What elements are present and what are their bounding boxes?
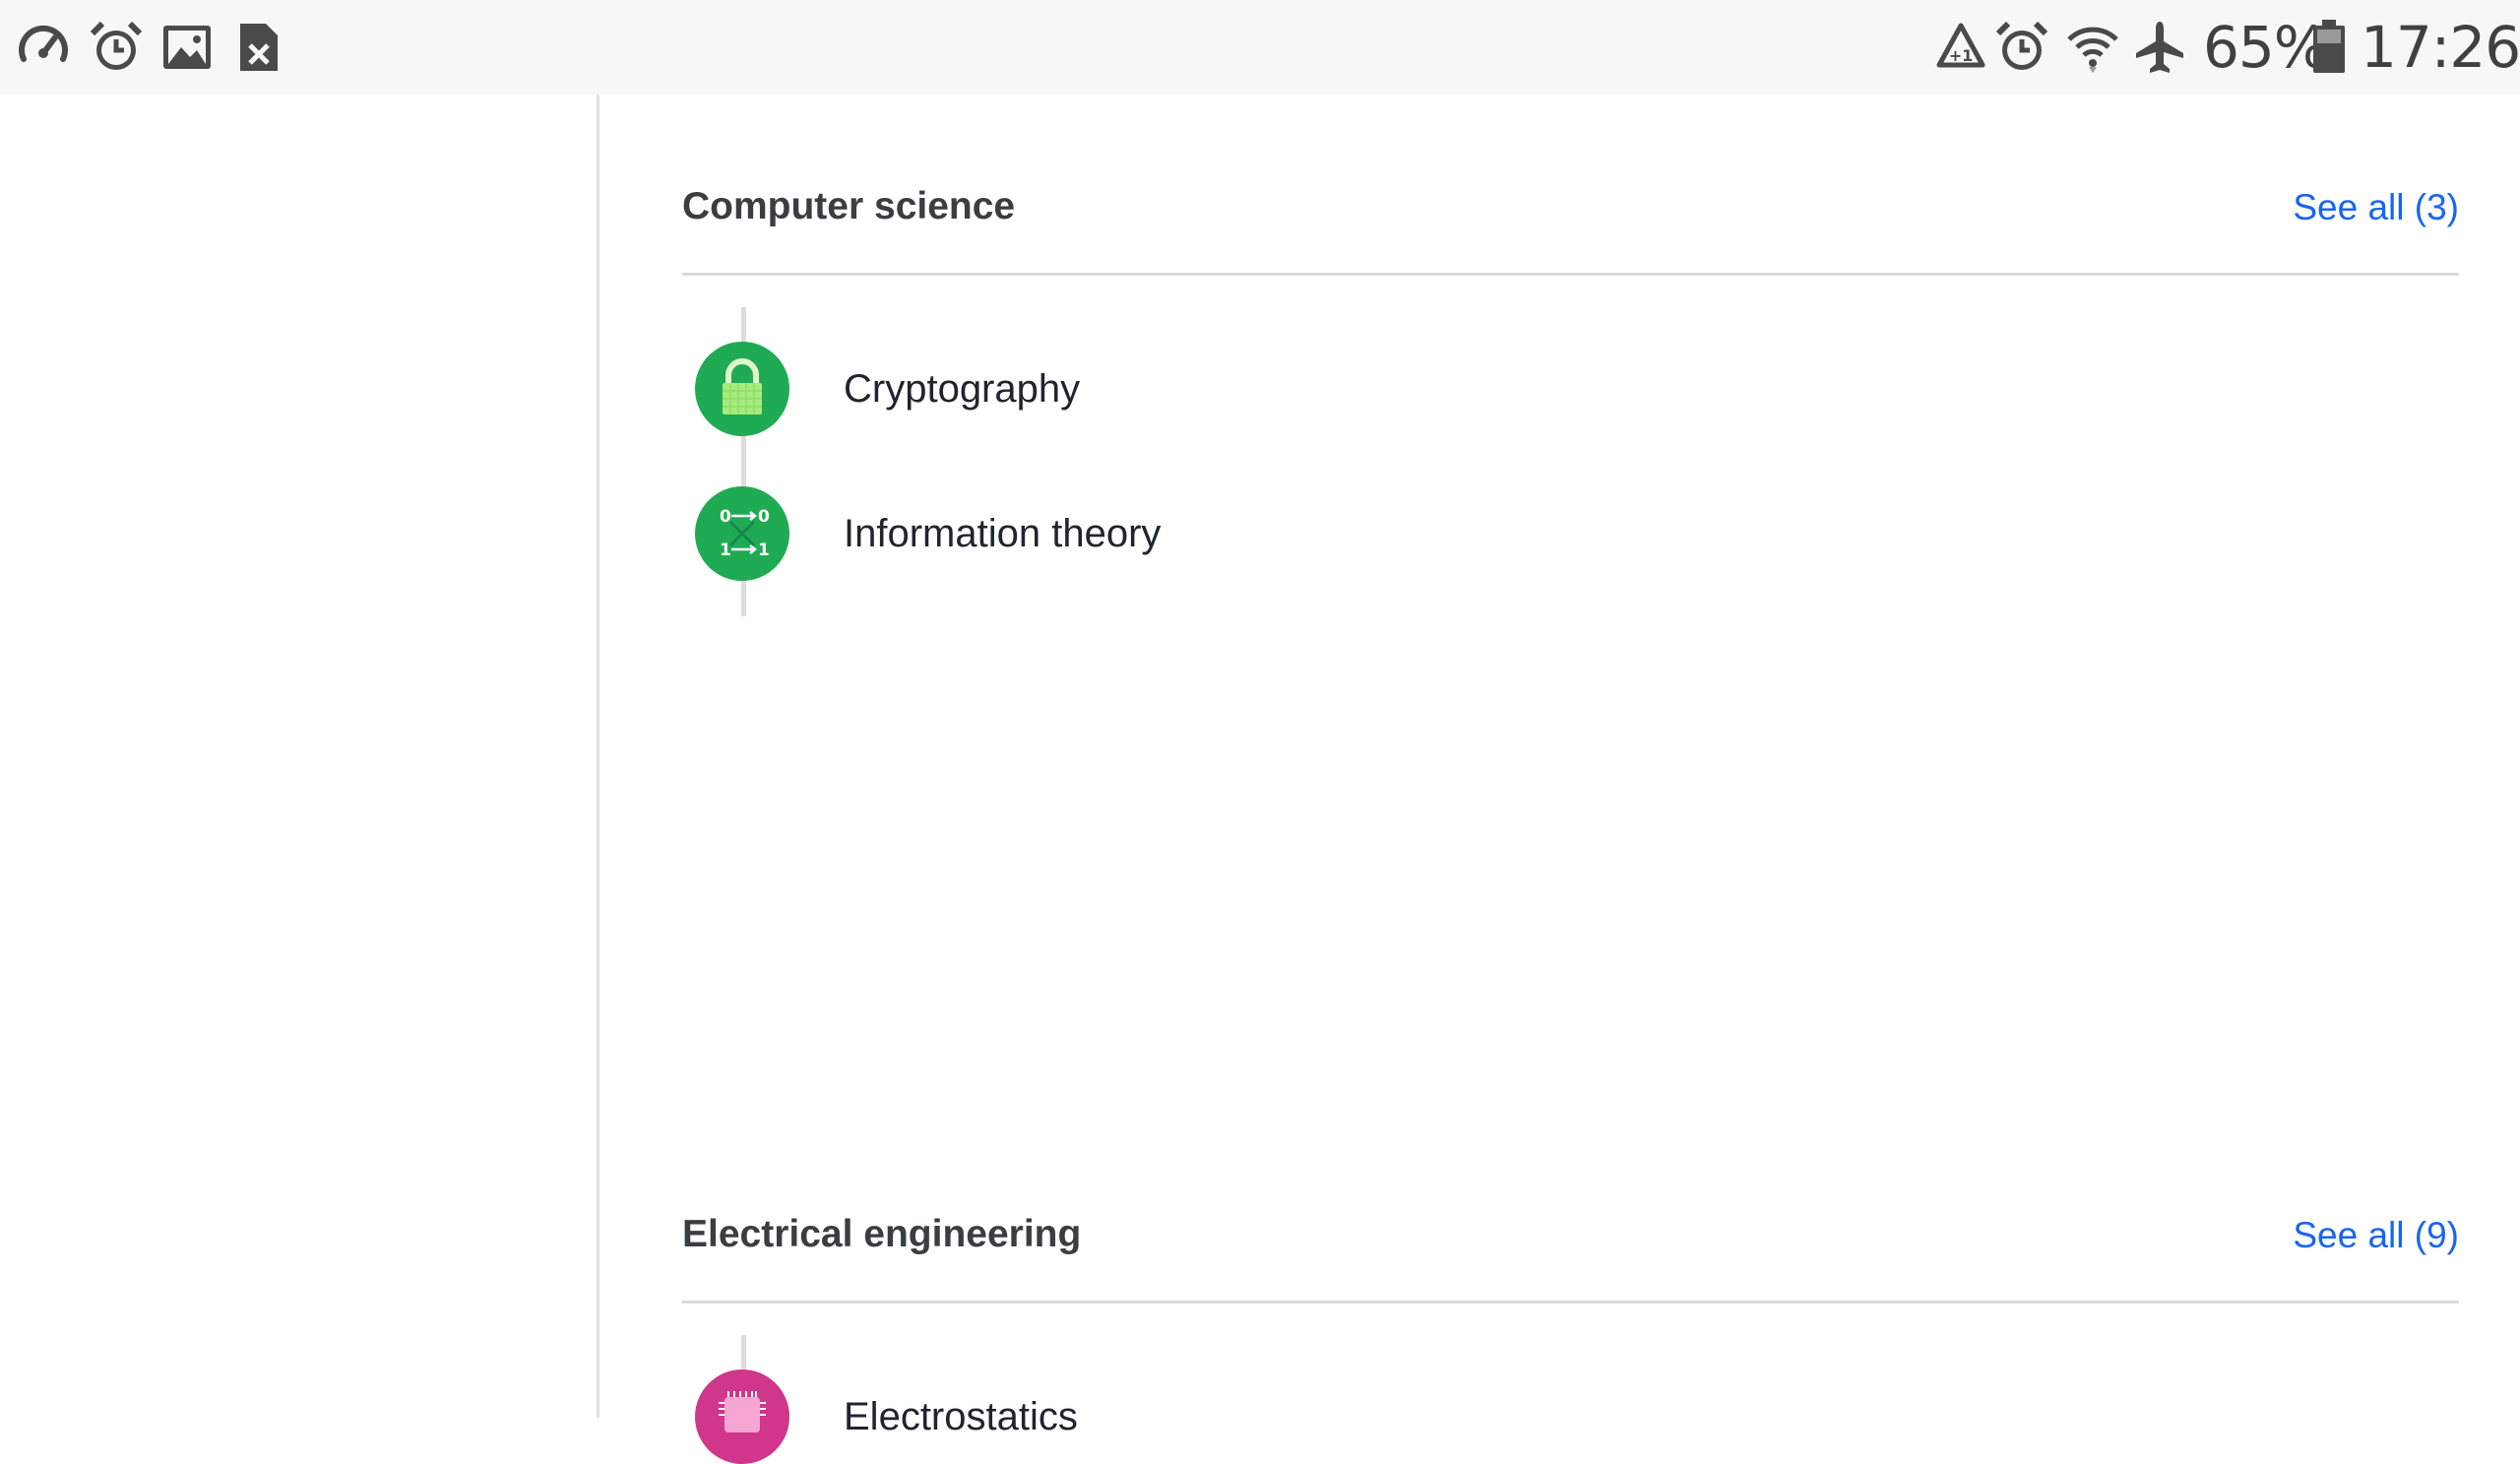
gallery-icon — [159, 20, 215, 75]
see-all-electrical-engineering-link[interactable]: See all (9) — [2293, 1215, 2459, 1256]
alarm-icon — [1994, 20, 2049, 75]
svg-text:1: 1 — [720, 541, 731, 560]
svg-text:+1: +1 — [1949, 46, 1974, 65]
recycle-icon: +1 — [1933, 20, 1988, 75]
battery-icon — [2309, 20, 2349, 75]
section-divider — [682, 273, 2459, 276]
topic-label: Information theory — [844, 511, 1162, 555]
chip-icon — [695, 1369, 789, 1464]
alarm-icon — [89, 20, 144, 75]
section-title-computer-science: Computer science — [682, 185, 1016, 227]
sim-error-icon — [230, 20, 285, 75]
section-title-electrical-engineering: Electrical engineering — [682, 1213, 1082, 1255]
lock-icon — [695, 342, 789, 436]
topic-label: Cryptography — [844, 366, 1081, 411]
status-bar: +1 65% 17:26 — [0, 0, 2520, 95]
topic-information-theory[interactable]: 0 0 1 1 Information theory — [695, 486, 1161, 581]
see-all-computer-science-link[interactable]: See all (3) — [2293, 187, 2459, 228]
wifi-icon — [2065, 20, 2120, 75]
svg-text:0: 0 — [758, 507, 770, 527]
speedometer-icon — [16, 20, 71, 75]
clock: 17:26 — [2361, 14, 2520, 81]
topic-electrostatics[interactable]: Electrostatics — [695, 1369, 1078, 1464]
topic-cryptography[interactable]: Cryptography — [695, 342, 1080, 436]
left-pane — [0, 95, 597, 1418]
svg-text:1: 1 — [758, 541, 770, 560]
pane-divider — [597, 95, 599, 1418]
binary-channel-icon: 0 0 1 1 — [695, 486, 789, 581]
airplane-icon — [2132, 20, 2187, 75]
topic-label: Electrostatics — [844, 1394, 1078, 1438]
svg-text:0: 0 — [720, 507, 731, 527]
section-divider — [682, 1301, 2459, 1304]
